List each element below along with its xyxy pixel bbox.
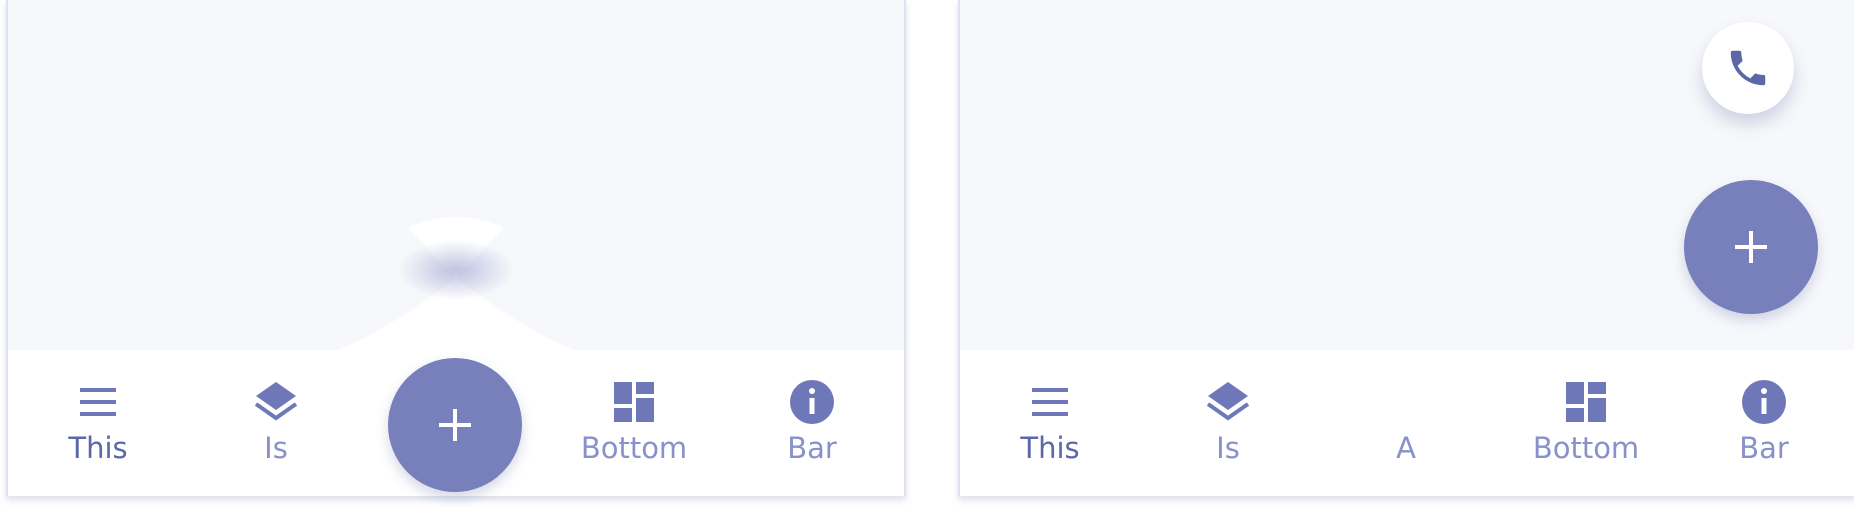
center-add-fab[interactable] (388, 358, 522, 492)
nav-item-this[interactable]: This (980, 378, 1120, 466)
nav-item-bottom[interactable]: Bottom (1516, 378, 1656, 466)
nav-label-is: Is (1216, 431, 1240, 465)
plus-icon (1735, 231, 1767, 263)
bottom-navigation-bar: This Is A Bottom Bar (960, 350, 1854, 496)
right-phone-panel: This Is A Bottom Bar (958, 0, 1854, 496)
empty-icon-slot (1382, 378, 1430, 426)
info-icon (1742, 380, 1786, 424)
menu-icon (1032, 388, 1068, 416)
nav-item-is[interactable]: Is (1158, 378, 1298, 466)
nav-label-this: This (1020, 431, 1080, 465)
nav-label-bottom: Bottom (1532, 431, 1640, 465)
plus-icon (439, 409, 471, 441)
nav-label-a: A (1396, 431, 1416, 465)
nav-item-bar[interactable]: Bar (1694, 378, 1834, 466)
dashboard-icon (1566, 382, 1606, 422)
nav-label-bar: Bar (1739, 431, 1789, 465)
layers-icon (1206, 382, 1250, 421)
phone-mini-fab[interactable] (1702, 22, 1794, 114)
phone-icon (1730, 50, 1766, 86)
left-phone-panel: This Is Bottom Bar (6, 0, 906, 496)
nav-item-a[interactable]: A (1336, 378, 1476, 466)
add-fab[interactable] (1684, 180, 1818, 314)
